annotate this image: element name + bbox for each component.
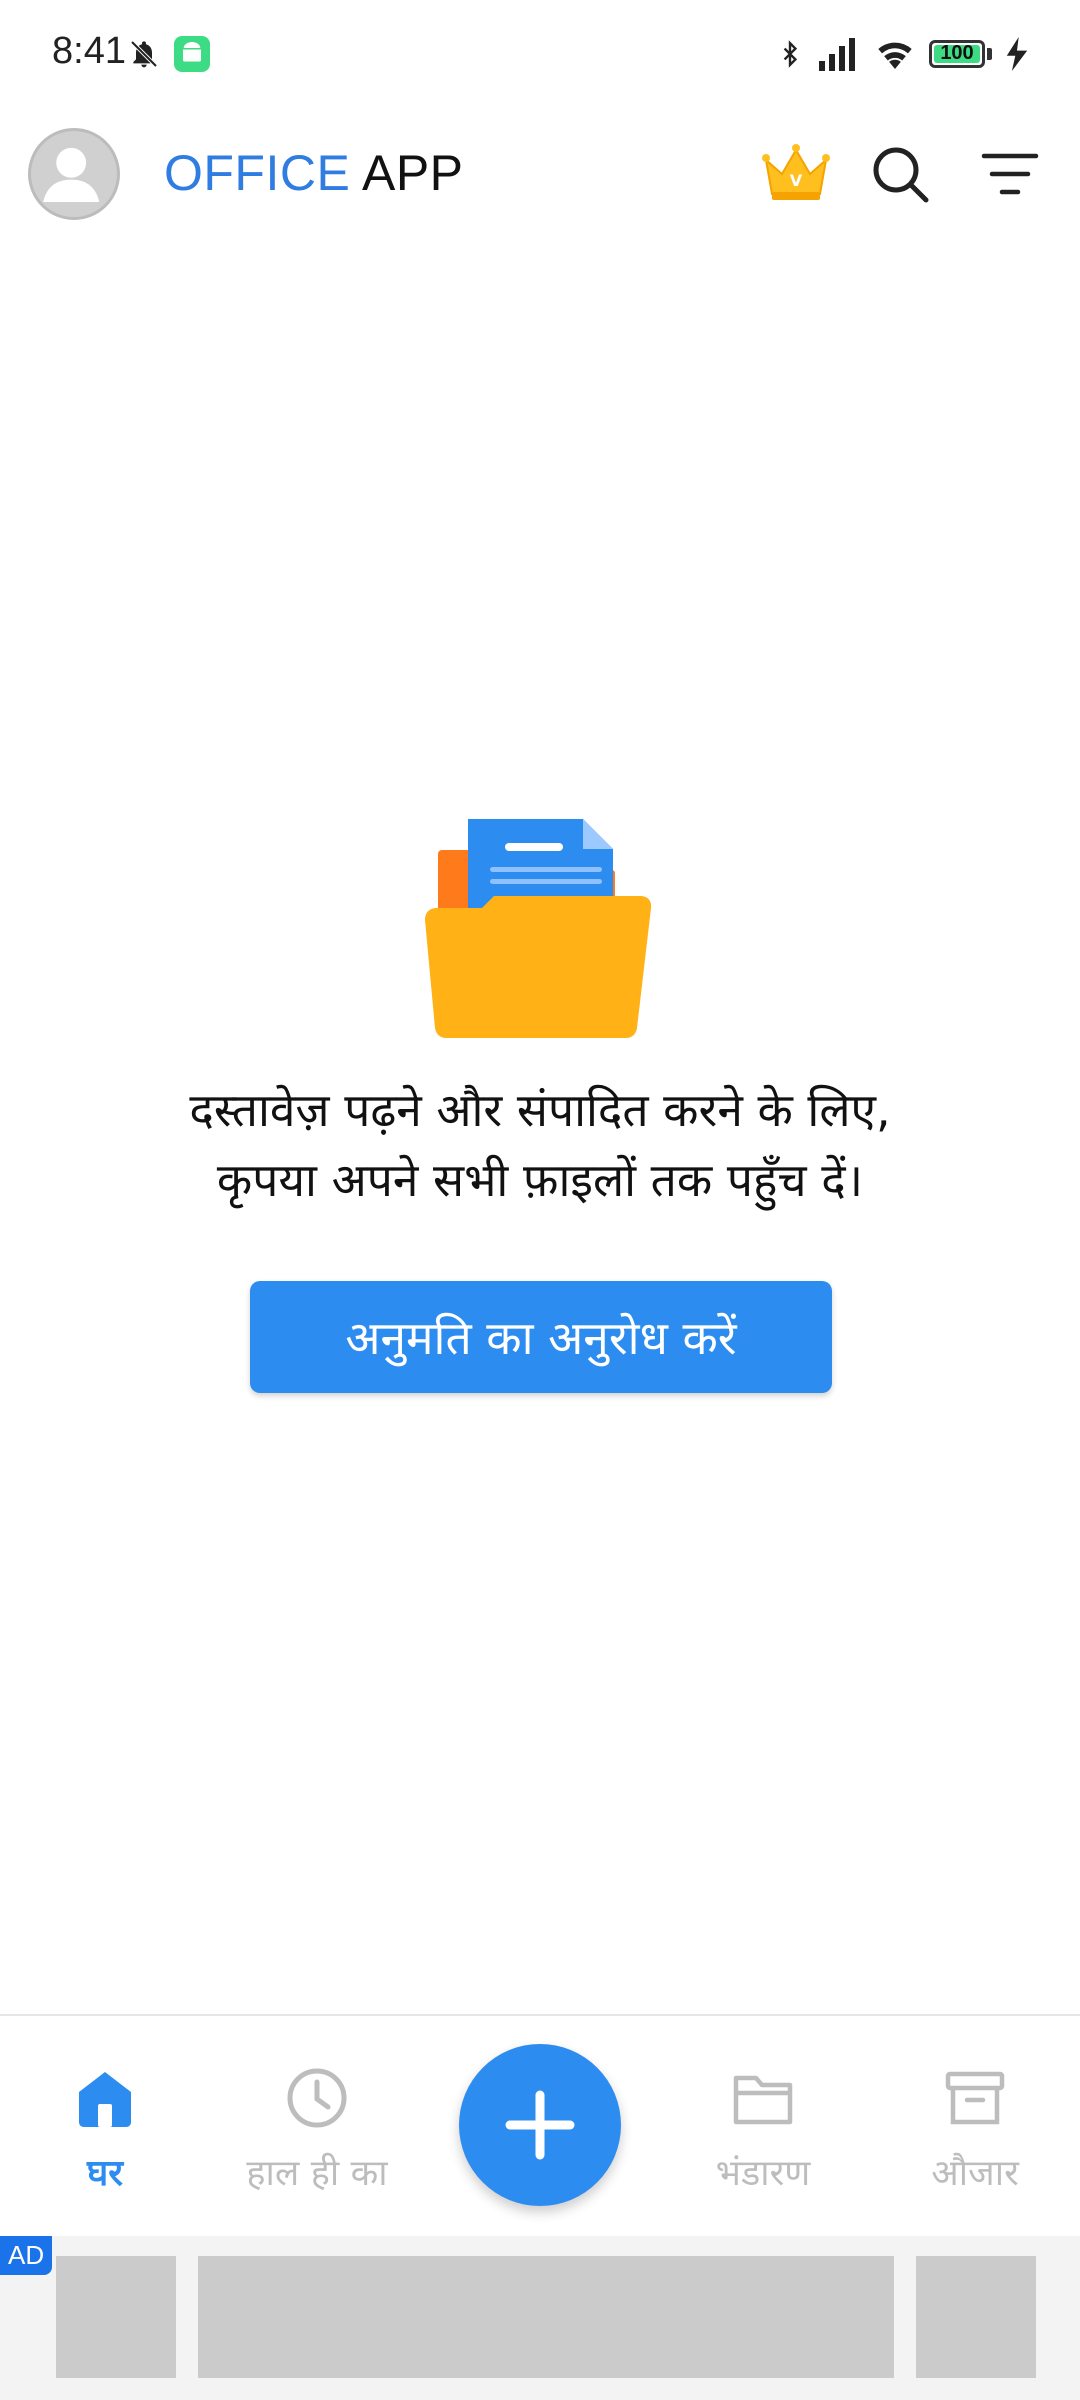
status-time: 8:41 bbox=[52, 30, 126, 72]
ad-image-placeholder bbox=[916, 2256, 1036, 2378]
battery-level: 100 bbox=[940, 42, 974, 64]
permission-message-line1: दस्तावेज़ पढ़ने और संपादित करने के लिए, bbox=[189, 1083, 891, 1137]
request-permission-button[interactable]: अनुमति का अनुरोध करें bbox=[250, 1281, 832, 1393]
wifi-icon bbox=[878, 42, 912, 69]
avatar[interactable] bbox=[28, 128, 120, 220]
search-icon[interactable] bbox=[868, 142, 932, 206]
folder-document-illustration bbox=[425, 819, 652, 1038]
add-button[interactable] bbox=[459, 2044, 621, 2206]
nav-label-tools: औजार bbox=[931, 2153, 1019, 2194]
crown-icon[interactable]: V bbox=[760, 142, 832, 206]
nav-label-home: घर bbox=[87, 2153, 123, 2194]
nav-item-recent[interactable]: हाल ही का bbox=[227, 2066, 407, 2196]
permission-message: दस्तावेज़ पढ़ने और संपादित करने के लिए, … bbox=[80, 1075, 1000, 1215]
permission-message-line2: कृपया अपने सभी फ़ाइलों तक पहुँच दें। bbox=[216, 1153, 864, 1207]
svg-text:V: V bbox=[790, 171, 803, 190]
bell-off-icon bbox=[130, 40, 158, 68]
home-icon bbox=[79, 2072, 131, 2127]
android-icon bbox=[174, 36, 210, 72]
clock-icon bbox=[287, 2068, 347, 2128]
status-bar: 8:41 100 bbox=[0, 0, 1080, 110]
app-screen: 8:41 100 OFFICE APP V दस्तावेज़ पढ़ने और… bbox=[0, 0, 1080, 2400]
user-icon bbox=[43, 147, 100, 203]
filter-icon[interactable] bbox=[980, 146, 1040, 202]
ad-badge: AD bbox=[0, 2236, 53, 2275]
battery-icon: 100 bbox=[929, 40, 985, 68]
nav-label-recent: हाल ही का bbox=[246, 2153, 388, 2194]
ad-image-placeholder bbox=[198, 2256, 894, 2378]
ad-banner[interactable]: AD bbox=[0, 2236, 1080, 2400]
charging-icon bbox=[1006, 37, 1028, 71]
nav-label-storage: भंडारण bbox=[715, 2153, 811, 2194]
signal-icon bbox=[819, 38, 855, 71]
plus-icon bbox=[505, 2090, 575, 2160]
nav-item-home[interactable]: घर bbox=[15, 2066, 195, 2196]
ad-image-placeholder bbox=[56, 2256, 176, 2378]
app-bar: OFFICE APP V bbox=[0, 120, 1080, 230]
app-title: OFFICE APP bbox=[164, 145, 464, 201]
bottom-navigation: घर हाल ही का भंडारण औजार bbox=[0, 2014, 1080, 2238]
nav-item-tools[interactable]: औजार bbox=[885, 2066, 1065, 2196]
bluetooth-icon bbox=[783, 40, 798, 68]
archive-icon bbox=[945, 2071, 1005, 2125]
folder-icon bbox=[733, 2075, 793, 2125]
nav-item-storage[interactable]: भंडारण bbox=[673, 2066, 853, 2196]
status-icons: 100 bbox=[777, 34, 1028, 74]
